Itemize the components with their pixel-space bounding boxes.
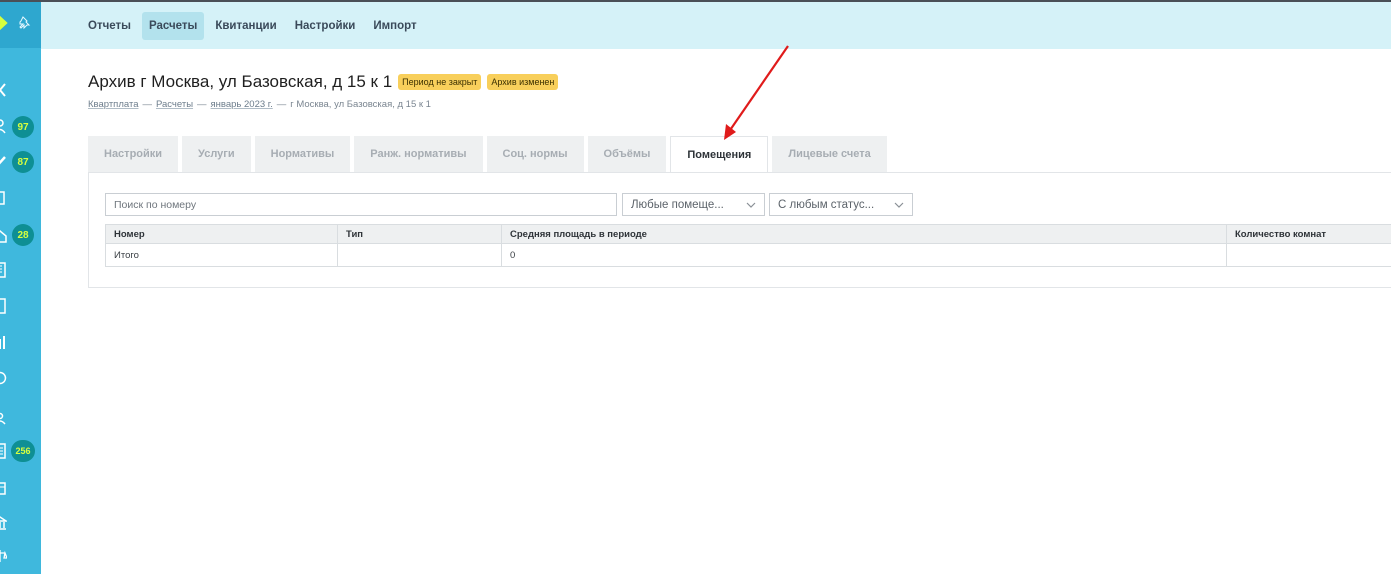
breadcrumb: Квартплата — Расчеты — январь 2023 г. — … (88, 99, 431, 110)
sidebar-pencil-icon[interactable] (0, 154, 7, 170)
sidebar-badge-2: 87 (12, 151, 34, 173)
sidebar-list-icon[interactable] (0, 443, 7, 459)
column-header-avg-area[interactable]: Средняя площадь в периоде (501, 224, 1227, 244)
breadcrumb-separator: — (142, 99, 152, 110)
breadcrumb-item-calculations[interactable]: Расчеты (156, 99, 193, 110)
breadcrumb-item-kvartplata[interactable]: Квартплата (88, 99, 138, 110)
table-cell: 0 (501, 243, 1227, 267)
nav-item-settings[interactable]: Настройки (288, 12, 363, 40)
status-badge-period: Период не закрыт (398, 74, 482, 90)
pin-icon[interactable] (18, 16, 32, 30)
status-badge-archive: Архив изменен (487, 74, 559, 90)
tab-ranged-norms[interactable]: Ранж. нормативы (354, 136, 483, 172)
sidebar-scale-icon[interactable] (0, 548, 7, 564)
column-header-rooms[interactable]: Количество комнат (1226, 224, 1391, 244)
tab-social-norms[interactable]: Соц. нормы (486, 136, 584, 172)
nav-item-reports[interactable]: Отчеты (81, 12, 138, 40)
sidebar-person-icon[interactable] (0, 410, 7, 426)
status-select-value: С любым статус... (778, 198, 875, 211)
status-select[interactable]: С любым статус... (769, 193, 913, 216)
chevron-down-icon (894, 202, 904, 208)
sidebar-x-icon[interactable] (0, 82, 7, 98)
logo-cell (0, 0, 41, 48)
column-header-type[interactable]: Тип (337, 224, 502, 244)
tab-volumes[interactable]: Объёмы (587, 136, 667, 172)
nav-menu: Отчеты Расчеты Квитанции Настройки Импор… (81, 12, 424, 40)
page-title: Архив г Москва, ул Базовская, д 15 к 1 (88, 72, 393, 91)
breadcrumb-item-address: г Москва, ул Базовская, д 15 к 1 (290, 99, 431, 110)
table-row-total: Итого 0 (105, 243, 1391, 267)
column-header-number[interactable]: Номер (105, 224, 338, 244)
sidebar-calendar-icon[interactable] (0, 480, 7, 496)
breadcrumb-separator: — (197, 99, 207, 110)
tab-settings[interactable]: Настройки (88, 136, 179, 172)
sidebar-badge-1: 97 (12, 116, 34, 138)
sidebar-badge-3: 28 (12, 224, 34, 246)
nav-item-receipts[interactable]: Квитанции (208, 12, 283, 40)
table-cell (1226, 243, 1391, 267)
sidebar-bank-icon[interactable] (0, 515, 7, 531)
app-window: 97 87 28 256 Отчеты Расчеты Квитанции На… (0, 0, 1391, 574)
breadcrumb-item-period[interactable]: январь 2023 г. (211, 99, 273, 110)
search-input[interactable]: Поиск по номеру (105, 193, 617, 216)
table-header-row: Номер Тип Средняя площадь в периоде Коли… (105, 224, 1391, 244)
table-cell (337, 243, 502, 267)
nav-item-calculations[interactable]: Расчеты (141, 12, 205, 40)
sidebar-chart-icon[interactable] (0, 334, 7, 350)
title-row: Архив г Москва, ул Базовская, д 15 к 1 П… (88, 72, 559, 92)
tab-norms[interactable]: Нормативы (254, 136, 351, 172)
annotation-arrow (724, 45, 789, 140)
table-cell: Итого (105, 243, 338, 267)
sidebar-users-icon[interactable] (0, 118, 7, 134)
room-type-select[interactable]: Любые помеще... (622, 193, 765, 216)
room-type-select-value: Любые помеще... (631, 198, 724, 211)
sidebar-clock-icon[interactable] (0, 370, 7, 386)
sidebar: 97 87 28 256 (0, 0, 41, 574)
logo-icon (0, 15, 8, 31)
breadcrumb-separator: — (276, 99, 287, 110)
sidebar-document-icon[interactable] (0, 190, 7, 206)
sidebar-home-icon[interactable] (0, 228, 7, 244)
chevron-down-icon (746, 202, 756, 208)
sidebar-file-icon[interactable] (0, 298, 7, 314)
sidebar-building-icon[interactable] (0, 262, 7, 278)
premises-table: Номер Тип Средняя площадь в периоде Коли… (105, 224, 1391, 267)
sidebar-badge-4: 256 (11, 440, 35, 462)
tab-services[interactable]: Услуги (182, 136, 251, 172)
nav-item-import[interactable]: Импорт (366, 12, 423, 40)
top-navigation: Отчеты Расчеты Квитанции Настройки Импор… (41, 2, 1391, 49)
